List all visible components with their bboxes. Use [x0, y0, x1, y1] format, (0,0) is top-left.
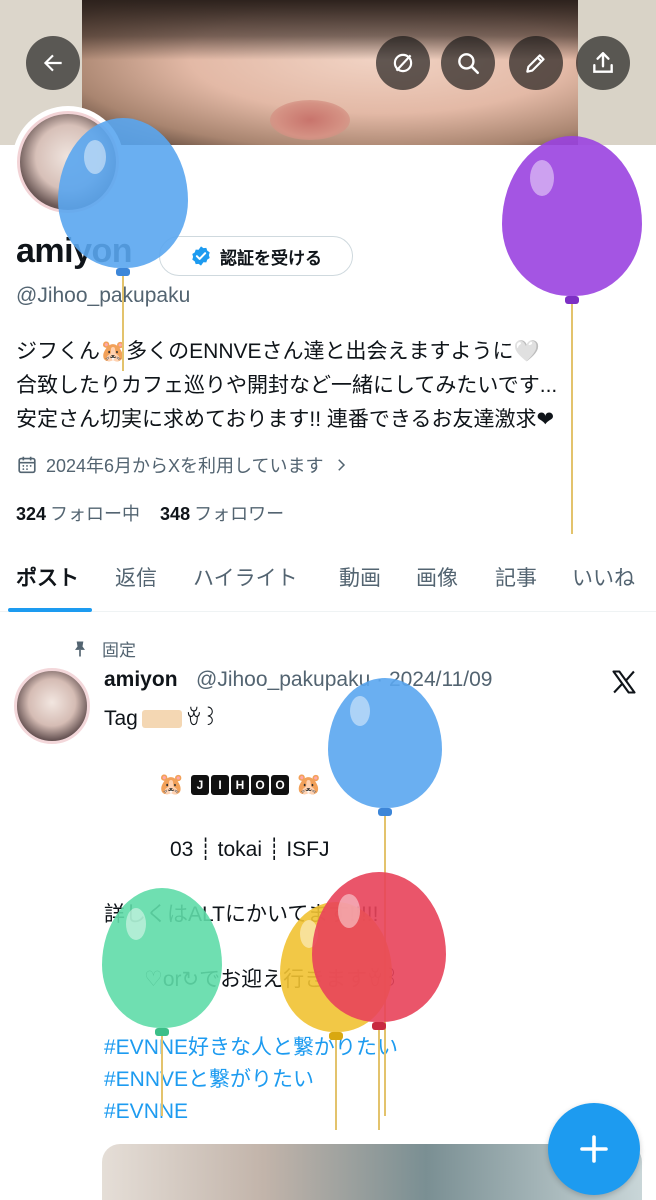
pin-icon — [75, 641, 85, 656]
post-jihoo-line: 🐹 JIHOO 🐹 — [158, 773, 322, 796]
edit-pencil-icon — [526, 54, 545, 73]
tab-images[interactable]: 画像 — [416, 562, 458, 592]
followers-label: フォロワー — [194, 504, 285, 524]
circle-slash-icon — [393, 53, 413, 73]
chevron-right-icon — [337, 459, 345, 471]
share-upload-icon — [593, 52, 613, 73]
following-count: 324 — [16, 504, 47, 524]
search-icon — [458, 53, 480, 75]
profile-handle: @Jihoo_pakupaku — [16, 284, 191, 307]
tag-label-icon — [141, 710, 182, 729]
search-button[interactable] — [441, 36, 495, 90]
followers-link[interactable]: 348 フォロワー — [160, 500, 284, 526]
active-tab-indicator — [8, 608, 92, 612]
post-info-line: 03 ┊ tokai ┊ ISFJ — [170, 838, 330, 861]
post-tag-line: Tag ꈊ꒱ — [104, 707, 219, 730]
x-logo-icon[interactable] — [610, 668, 638, 696]
bio-line: 合致したりカフェ巡りや開封など一緒にしてみたいです... — [16, 374, 558, 397]
post-author-meta[interactable]: @Jihoo_pakupaku · 2024/11/09 — [196, 668, 492, 692]
arrow-left-icon — [43, 54, 62, 72]
get-verified-button[interactable]: 認証を受ける — [159, 236, 353, 276]
bio-line: 安定さん切実に求めております!! 連番できるお友達激求❤ — [16, 408, 555, 431]
follow-stats: 324 フォロー中 348 フォロワー — [16, 500, 284, 526]
profile-bio: ジフくん🐹多くのENNVEさん達と出会えますように🤍 合致したりカフェ巡りや開封… — [16, 335, 636, 437]
bio-line: ジフくん🐹多くのENNVEさん達と出会えますように🤍 — [16, 340, 540, 363]
pinned-label: 固定 — [102, 641, 136, 660]
share-button[interactable] — [576, 36, 630, 90]
tab-replies[interactable]: 返信 — [115, 562, 157, 592]
tab-articles[interactable]: 記事 — [495, 562, 537, 592]
tab-highlights[interactable]: ハイライト — [193, 562, 298, 592]
compose-post-button[interactable] — [548, 1103, 640, 1195]
pinned-indicator: 固定 — [70, 636, 136, 661]
hamster-emoji: 🐹 — [158, 773, 185, 796]
hamster-emoji: 🐹 — [295, 773, 322, 796]
plus-icon — [580, 1135, 608, 1163]
back-button[interactable] — [26, 36, 80, 90]
followers-count: 348 — [160, 504, 191, 524]
tab-videos[interactable]: 動画 — [339, 562, 381, 592]
get-verified-label: 認証を受ける — [220, 248, 322, 268]
tab-likes[interactable]: いいね — [572, 562, 635, 592]
joined-date-link[interactable]: 2024年6月からXを利用しています — [16, 452, 350, 478]
banner-photo-hair — [82, 0, 578, 60]
hashtag-link[interactable]: #ENNVEと繋がりたい — [104, 1064, 314, 1096]
banner-photo-detail — [270, 100, 350, 140]
mute-button[interactable] — [376, 36, 430, 90]
post-author-name[interactable]: amiyon — [104, 668, 178, 692]
verified-badge-icon — [192, 246, 210, 266]
joined-date-text: 2024年6月からXを利用しています — [46, 456, 324, 476]
tab-posts[interactable]: ポスト — [16, 562, 79, 592]
hashtag-link[interactable]: #EVNNE好きな人と繋がりたい — [104, 1032, 398, 1064]
hashtag-link[interactable]: #EVNNE — [104, 1096, 188, 1128]
following-label: フォロー中 — [50, 504, 141, 524]
calendar-icon — [18, 456, 36, 474]
post-author-avatar[interactable] — [14, 668, 90, 744]
profile-tabs: ポスト 返信 ハイライト 動画 画像 記事 いいね — [0, 548, 656, 612]
following-link[interactable]: 324 フォロー中 — [16, 500, 140, 526]
edit-button[interactable] — [509, 36, 563, 90]
